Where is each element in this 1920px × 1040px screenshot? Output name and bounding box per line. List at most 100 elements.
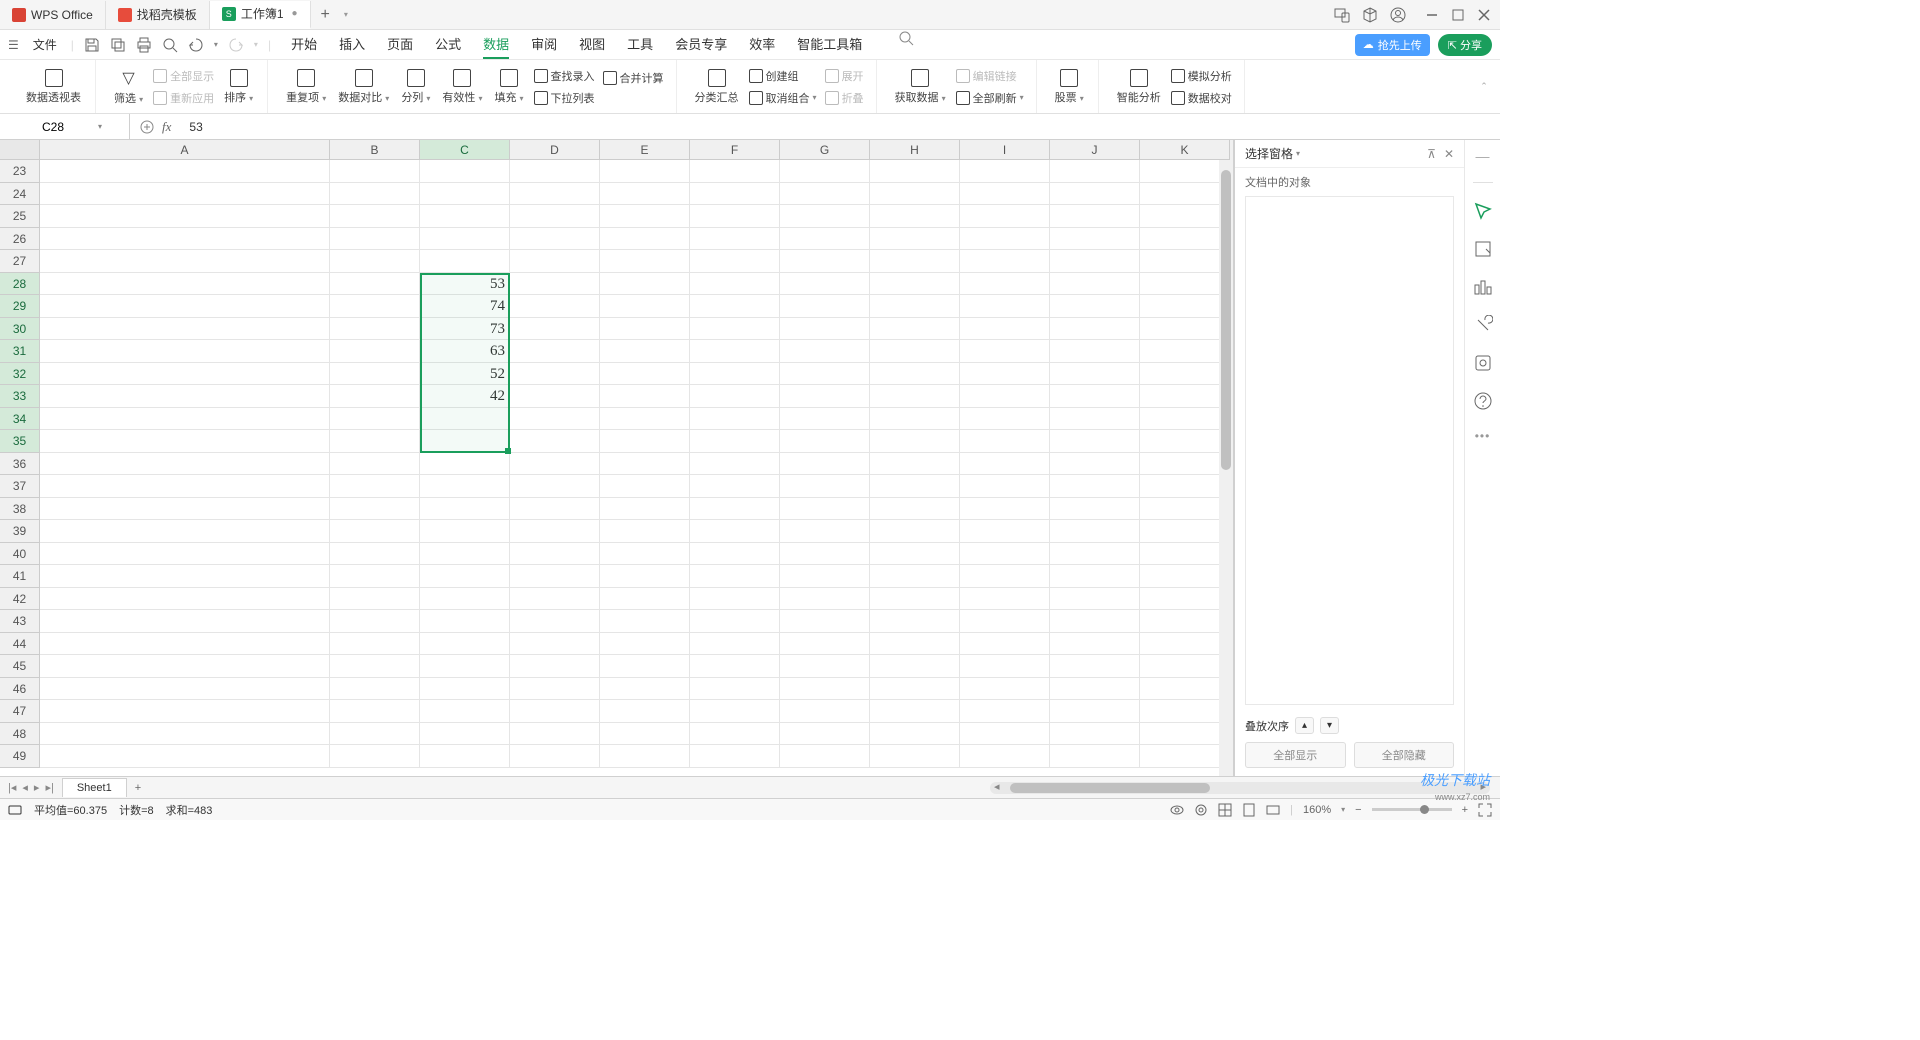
col-header-E[interactable]: E [600,140,690,160]
cell-D30[interactable] [510,318,600,341]
cell-B47[interactable] [330,700,420,723]
add-sheet-button[interactable]: + [127,782,149,794]
tab-templates[interactable]: 找稻壳模板 [106,1,210,29]
cell-G26[interactable] [780,228,870,251]
row-header[interactable]: 25 [0,205,40,228]
cell-B35[interactable] [330,430,420,453]
col-header-G[interactable]: G [780,140,870,160]
cell-D41[interactable] [510,565,600,588]
showall-objects-button[interactable]: 全部显示 [1245,742,1346,768]
cell-J34[interactable] [1050,408,1140,431]
zoom-value[interactable]: 160% [1303,804,1331,816]
cell-C31[interactable]: 63 [420,340,510,363]
cell-J23[interactable] [1050,160,1140,183]
dropdown-button[interactable]: 下拉列表 [530,88,599,108]
cell-H28[interactable] [870,273,960,296]
grid-view-icon[interactable] [1218,803,1232,817]
cell-H38[interactable] [870,498,960,521]
cell-J41[interactable] [1050,565,1140,588]
cell-K33[interactable] [1140,385,1230,408]
cell-D34[interactable] [510,408,600,431]
select-all-corner[interactable] [0,140,40,160]
cell-F43[interactable] [690,610,780,633]
filter-button[interactable]: ▽筛选 ▾ [108,66,149,108]
cell-A49[interactable] [40,745,330,768]
cell-G35[interactable] [780,430,870,453]
cell-F28[interactable] [690,273,780,296]
cell-B27[interactable] [330,250,420,273]
cell-E44[interactable] [600,633,690,656]
cell-C40[interactable] [420,543,510,566]
subtotal-button[interactable]: 分类汇总 [689,67,745,107]
cell-A34[interactable] [40,408,330,431]
cell-E42[interactable] [600,588,690,611]
row-header[interactable]: 32 [0,363,40,386]
cell-F45[interactable] [690,655,780,678]
print-preview-icon[interactable] [162,37,178,53]
cell-K42[interactable] [1140,588,1230,611]
cell-F26[interactable] [690,228,780,251]
cell-J46[interactable] [1050,678,1140,701]
cell-A33[interactable] [40,385,330,408]
cell-J39[interactable] [1050,520,1140,543]
cell-B24[interactable] [330,183,420,206]
cell-B37[interactable] [330,475,420,498]
cell-A41[interactable] [40,565,330,588]
cell-D36[interactable] [510,453,600,476]
cell-F42[interactable] [690,588,780,611]
cell-D44[interactable] [510,633,600,656]
cell-K29[interactable] [1140,295,1230,318]
cell-H34[interactable] [870,408,960,431]
cell-H25[interactable] [870,205,960,228]
cell-K24[interactable] [1140,183,1230,206]
cell-C45[interactable] [420,655,510,678]
cell-B26[interactable] [330,228,420,251]
cell-E46[interactable] [600,678,690,701]
cell-C41[interactable] [420,565,510,588]
cell-H47[interactable] [870,700,960,723]
cell-I44[interactable] [960,633,1050,656]
undo-dropdown-icon[interactable]: ▾ [214,40,218,49]
row-header[interactable]: 45 [0,655,40,678]
row-header[interactable]: 38 [0,498,40,521]
cell-D45[interactable] [510,655,600,678]
cell-F40[interactable] [690,543,780,566]
cell-G33[interactable] [780,385,870,408]
cell-H30[interactable] [870,318,960,341]
cell-J44[interactable] [1050,633,1140,656]
cell-B41[interactable] [330,565,420,588]
validate-button[interactable]: 有效性 ▾ [436,67,488,107]
cell-G41[interactable] [780,565,870,588]
cell-A42[interactable] [40,588,330,611]
row-header[interactable]: 27 [0,250,40,273]
cell-F36[interactable] [690,453,780,476]
cell-A37[interactable] [40,475,330,498]
collapse-button[interactable]: 折叠 [821,88,868,108]
refresh-button[interactable]: 全部刷新 ▾ [952,88,1028,108]
cell-H26[interactable] [870,228,960,251]
cell-F29[interactable] [690,295,780,318]
cell-D47[interactable] [510,700,600,723]
cell-J35[interactable] [1050,430,1140,453]
cell-K25[interactable] [1140,205,1230,228]
cell-C34[interactable] [420,408,510,431]
cell-K27[interactable] [1140,250,1230,273]
cell-I29[interactable] [960,295,1050,318]
compare-button[interactable]: 数据对比 ▾ [332,67,395,107]
cell-J29[interactable] [1050,295,1140,318]
cell-H44[interactable] [870,633,960,656]
cell-C39[interactable] [420,520,510,543]
col-header-D[interactable]: D [510,140,600,160]
cell-B32[interactable] [330,363,420,386]
analysis-icon[interactable] [1473,277,1493,297]
cell-B43[interactable] [330,610,420,633]
cell-F27[interactable] [690,250,780,273]
cell-A39[interactable] [40,520,330,543]
fullscreen-icon[interactable] [1478,803,1492,817]
cell-G36[interactable] [780,453,870,476]
pin-icon[interactable]: ⊼ [1427,147,1436,161]
cell-C42[interactable] [420,588,510,611]
cell-I27[interactable] [960,250,1050,273]
row-header[interactable]: 49 [0,745,40,768]
ungroup-button[interactable]: 取消组合 ▾ [745,88,821,108]
